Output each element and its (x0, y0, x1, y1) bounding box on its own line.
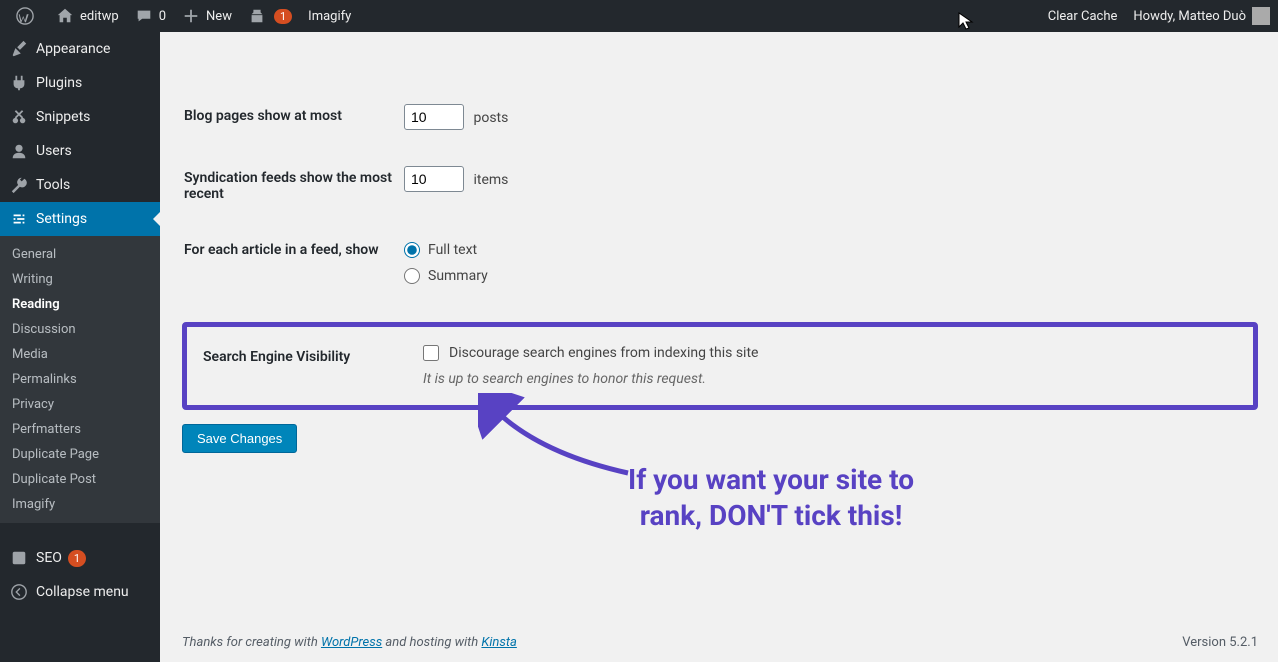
sidebar-item-appearance[interactable]: Appearance (0, 32, 160, 66)
collapse-label: Collapse menu (36, 584, 129, 600)
comments-link[interactable]: 0 (127, 0, 174, 32)
admin-sidebar: Appearance Plugins Snippets Users Tools … (0, 32, 160, 662)
submenu-reading[interactable]: Reading (0, 292, 160, 317)
feed-article-label: For each article in a feed, show (184, 238, 404, 258)
wordpress-link[interactable]: WordPress (321, 635, 382, 650)
save-changes-button[interactable]: Save Changes (182, 424, 297, 453)
kinsta-link[interactable]: Kinsta (481, 635, 516, 650)
discourage-checkbox[interactable] (423, 345, 439, 361)
content-area: Blog pages show at most posts Syndicatio… (160, 32, 1278, 662)
site-name-text: editwp (80, 9, 119, 24)
sidebar-item-snippets[interactable]: Snippets (0, 100, 160, 134)
visibility-description: It is up to search engines to honor this… (423, 371, 1237, 387)
feed-full-radio[interactable] (404, 242, 420, 258)
settings-submenu: General Writing Reading Discussion Media… (0, 236, 160, 523)
blog-pages-input[interactable] (404, 104, 464, 130)
sidebar-item-plugins[interactable]: Plugins (0, 66, 160, 100)
submenu-duplicate-page[interactable]: Duplicate Page (0, 442, 160, 467)
search-visibility-highlight: Search Engine Visibility Discourage sear… (182, 322, 1258, 410)
sidebar-item-seo[interactable]: SEO 1 (0, 541, 160, 575)
imagify-link[interactable]: Imagify (300, 0, 359, 32)
discourage-label: Discourage search engines from indexing … (449, 345, 758, 361)
wp-logo[interactable] (8, 0, 48, 32)
collapse-menu[interactable]: Collapse menu (0, 575, 160, 609)
feed-summary-radio[interactable] (404, 268, 420, 284)
submenu-perfmatters[interactable]: Perfmatters (0, 417, 160, 442)
seo-badge: 1 (68, 550, 86, 567)
syndication-label: Syndication feeds show the most recent (184, 166, 404, 202)
sidebar-item-settings[interactable]: Settings (0, 202, 160, 236)
sidebar-label: Plugins (36, 75, 82, 91)
submenu-media[interactable]: Media (0, 342, 160, 367)
sidebar-label: Appearance (36, 41, 110, 57)
submenu-discussion[interactable]: Discussion (0, 317, 160, 342)
footer-thanks-pre: Thanks for creating with (182, 635, 321, 650)
sidebar-label: Tools (36, 177, 70, 193)
submenu-imagify[interactable]: Imagify (0, 492, 160, 517)
sidebar-label: Settings (36, 211, 87, 227)
blog-pages-suffix: posts (473, 110, 508, 126)
clear-cache-link[interactable]: Clear Cache (1040, 0, 1126, 32)
sidebar-label: Snippets (36, 109, 90, 125)
footer-hosting-mid: and hosting with (382, 635, 481, 650)
submenu-writing[interactable]: Writing (0, 267, 160, 292)
avatar (1252, 7, 1270, 25)
feed-summary-label: Summary (428, 268, 488, 284)
submenu-duplicate-post[interactable]: Duplicate Post (0, 467, 160, 492)
sidebar-item-tools[interactable]: Tools (0, 168, 160, 202)
submenu-general[interactable]: General (0, 242, 160, 267)
admin-bar: editwp 0 New 1 Imagify Clear Cache Howdy… (0, 0, 1278, 32)
syndication-input[interactable] (404, 166, 464, 192)
new-content-link[interactable]: New (174, 0, 240, 32)
syndication-suffix: items (473, 172, 508, 188)
notif-badge: 1 (274, 9, 292, 24)
blog-pages-label: Blog pages show at most (184, 104, 404, 124)
sidebar-item-users[interactable]: Users (0, 134, 160, 168)
submenu-permalinks[interactable]: Permalinks (0, 367, 160, 392)
sidebar-label: SEO (36, 550, 62, 566)
sidebar-label: Users (36, 143, 72, 159)
version-text: Version 5.2.1 (1182, 635, 1258, 650)
comments-count: 0 (159, 9, 166, 24)
submenu-privacy[interactable]: Privacy (0, 392, 160, 417)
feed-full-label: Full text (428, 242, 477, 258)
footer: Thanks for creating with WordPress and h… (182, 635, 1258, 650)
howdy-account[interactable]: Howdy, Matteo Duò (1125, 0, 1278, 32)
reading-settings-form: Blog pages show at most posts Syndicatio… (182, 84, 1258, 314)
site-name-link[interactable]: editwp (48, 0, 127, 32)
new-label: New (206, 9, 232, 24)
visibility-label: Search Engine Visibility (203, 345, 423, 365)
notifications[interactable]: 1 (240, 0, 300, 32)
